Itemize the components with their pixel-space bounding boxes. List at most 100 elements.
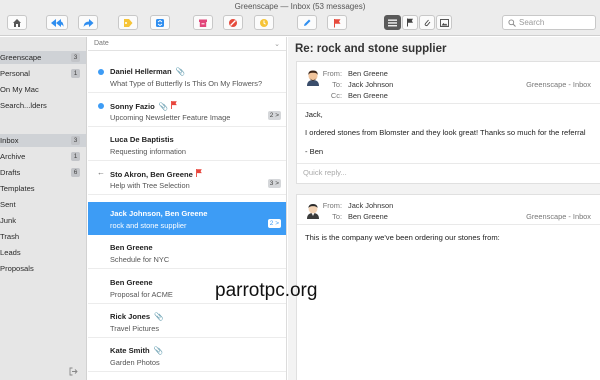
message-sender: Kate Smith 📎 [110, 346, 164, 355]
forward-icon [83, 18, 93, 27]
list-view-icon [388, 19, 397, 26]
message-row-selected[interactable]: Jack Johnson, Ben Greene rock and stone … [88, 202, 286, 235]
message-body-line: This is the company we've been ordering … [305, 233, 500, 242]
sidebar-item-label: Search...lders [0, 101, 47, 110]
message-subject: Garden Photos [110, 358, 160, 367]
divider [297, 103, 600, 104]
flag-icon [334, 18, 341, 27]
message-card: From: Jack Johnson To: Ben Greene Greens… [296, 194, 600, 380]
stack-icon [156, 18, 164, 27]
block-icon [229, 18, 237, 27]
image-filter-button[interactable] [436, 15, 452, 30]
to-label: To: [332, 80, 342, 89]
sidebar-item-label: On My Mac [0, 85, 39, 94]
message-subject: Upcoming Newsletter Feature Image [110, 113, 231, 122]
message-row[interactable]: Sonny Fazio 📎 Upcoming Newsletter Feature… [88, 94, 286, 127]
message-sender: Ben Greene [110, 243, 153, 252]
sidebar-item-proposals[interactable]: Proposals [0, 262, 86, 275]
flag-filter-icon [407, 18, 413, 27]
thread-count-badge[interactable]: 3 > [267, 179, 281, 188]
flag-button[interactable] [327, 15, 347, 30]
unread-count-badge: 1 [71, 152, 80, 161]
sidebar-item-inbox[interactable]: Inbox 3 [0, 134, 86, 147]
image-filter-icon [439, 18, 449, 27]
unread-dot-icon [98, 103, 104, 109]
quick-reply-field[interactable]: Quick reply... [303, 168, 347, 177]
account-mailbox-label: Greenscape - Inbox [526, 212, 591, 221]
sidebar-item-label: Sent [0, 200, 16, 209]
home-button[interactable] [7, 15, 27, 30]
unread-count-badge: 1 [71, 69, 80, 78]
sidebar-item-label: Personal [0, 69, 30, 78]
message-sender: Sto Akron, Ben Greene [110, 169, 202, 179]
message-list: Date ⌄ Daniel Hellerman 📎 What Type of Bu… [88, 37, 287, 380]
flag-icon [195, 169, 202, 177]
toolbar: Greenscape — Inbox (53 messages) [0, 0, 600, 36]
from-value[interactable]: Ben Greene [348, 69, 388, 78]
sidebar-item-on-my-mac[interactable]: On My Mac [0, 83, 86, 96]
archive-button[interactable] [193, 15, 213, 30]
message-body-line: - Ben [305, 147, 324, 156]
sidebar-item-label: Trash [0, 232, 20, 241]
block-button[interactable] [223, 15, 243, 30]
message-sender: Daniel Hellerman 📎 [110, 67, 186, 76]
message-subject: Help with Tree Selection [110, 181, 190, 190]
flag-filter-button[interactable] [402, 15, 418, 30]
to-value[interactable]: Ben Greene [348, 212, 388, 221]
attachment-icon: 📎 [153, 346, 164, 355]
sidebar-item-archive[interactable]: Archive 1 [0, 150, 86, 163]
sidebar-item-leads[interactable]: Leads [0, 246, 86, 259]
unread-count-badge: 3 [71, 53, 80, 62]
to-value[interactable]: Jack Johnson [348, 80, 393, 89]
tag-icon [124, 18, 133, 27]
unread-dot-icon [98, 69, 104, 75]
sidebar-item-label: Inbox [0, 136, 19, 145]
tag-button[interactable] [118, 15, 138, 30]
sidebar-item-label: Proposals [0, 264, 34, 273]
message-card: From: Ben Greene To: Jack Johnson Greens… [296, 61, 600, 184]
sidebar: Greenscape 3 Personal 1 On My Mac Search… [0, 37, 87, 380]
message-row[interactable]: Kate Smith 📎 Garden Photos [88, 339, 286, 372]
cc-value[interactable]: Ben Greene [348, 91, 388, 100]
search-field[interactable] [502, 15, 596, 30]
message-body-line: Jack, [305, 110, 323, 119]
search-input[interactable] [519, 18, 589, 27]
message-sender: Luca De Baptistis [110, 135, 174, 144]
sidebar-item-templates[interactable]: Templates [0, 182, 86, 195]
compose-button[interactable] [297, 15, 317, 30]
message-row[interactable]: Daniel Hellerman 📎 What Type of Butterfly… [88, 60, 286, 93]
stack-button[interactable] [150, 15, 170, 30]
list-sort-header[interactable]: Date ⌄ [88, 37, 286, 51]
forward-button[interactable] [78, 15, 98, 30]
attachment-icon: 📎 [158, 102, 169, 111]
sidebar-item-search-folders[interactable]: Search...lders [0, 99, 86, 112]
from-label: From: [322, 201, 342, 210]
sidebar-item-sent[interactable]: Sent [0, 198, 86, 211]
thread-count-badge[interactable]: 2 > [267, 219, 281, 228]
attachment-icon: 📎 [175, 67, 186, 76]
reply-all-button[interactable] [46, 15, 68, 30]
sign-out-icon[interactable] [69, 367, 78, 376]
chevron-down-icon: ⌄ [274, 41, 280, 48]
sidebar-item-drafts[interactable]: Drafts 6 [0, 166, 86, 179]
thread-count-badge[interactable]: 2 > [267, 111, 281, 120]
attachment-icon: 📎 [154, 312, 164, 321]
attachment-filter-button[interactable] [419, 15, 435, 30]
reading-pane: Re: rock and stone supplier From: Ben Gr… [288, 37, 600, 380]
snooze-button[interactable] [254, 15, 274, 30]
from-value[interactable]: Jack Johnson [348, 201, 393, 210]
message-subject-heading: Re: rock and stone supplier [295, 43, 447, 55]
message-row[interactable]: ← Sto Akron, Ben Greene Help with Tree S… [88, 162, 286, 195]
account-mailbox-label: Greenscape - Inbox [526, 80, 591, 89]
message-row[interactable]: Ben Greene Schedule for NYC [88, 236, 286, 269]
message-sender: Rick Jones 📎 [110, 312, 164, 321]
list-view-button[interactable] [384, 15, 401, 30]
sidebar-item-greenscape[interactable]: Greenscape 3 [0, 51, 86, 64]
message-row[interactable]: Rick Jones 📎 Travel Pictures [88, 305, 286, 338]
sidebar-item-junk[interactable]: Junk [0, 214, 86, 227]
sidebar-item-personal[interactable]: Personal 1 [0, 67, 86, 80]
sidebar-item-trash[interactable]: Trash [0, 230, 86, 243]
sort-label: Date [94, 40, 109, 47]
avatar-icon [307, 70, 319, 86]
message-row[interactable]: Luca De Baptistis Requesting information [88, 128, 286, 161]
